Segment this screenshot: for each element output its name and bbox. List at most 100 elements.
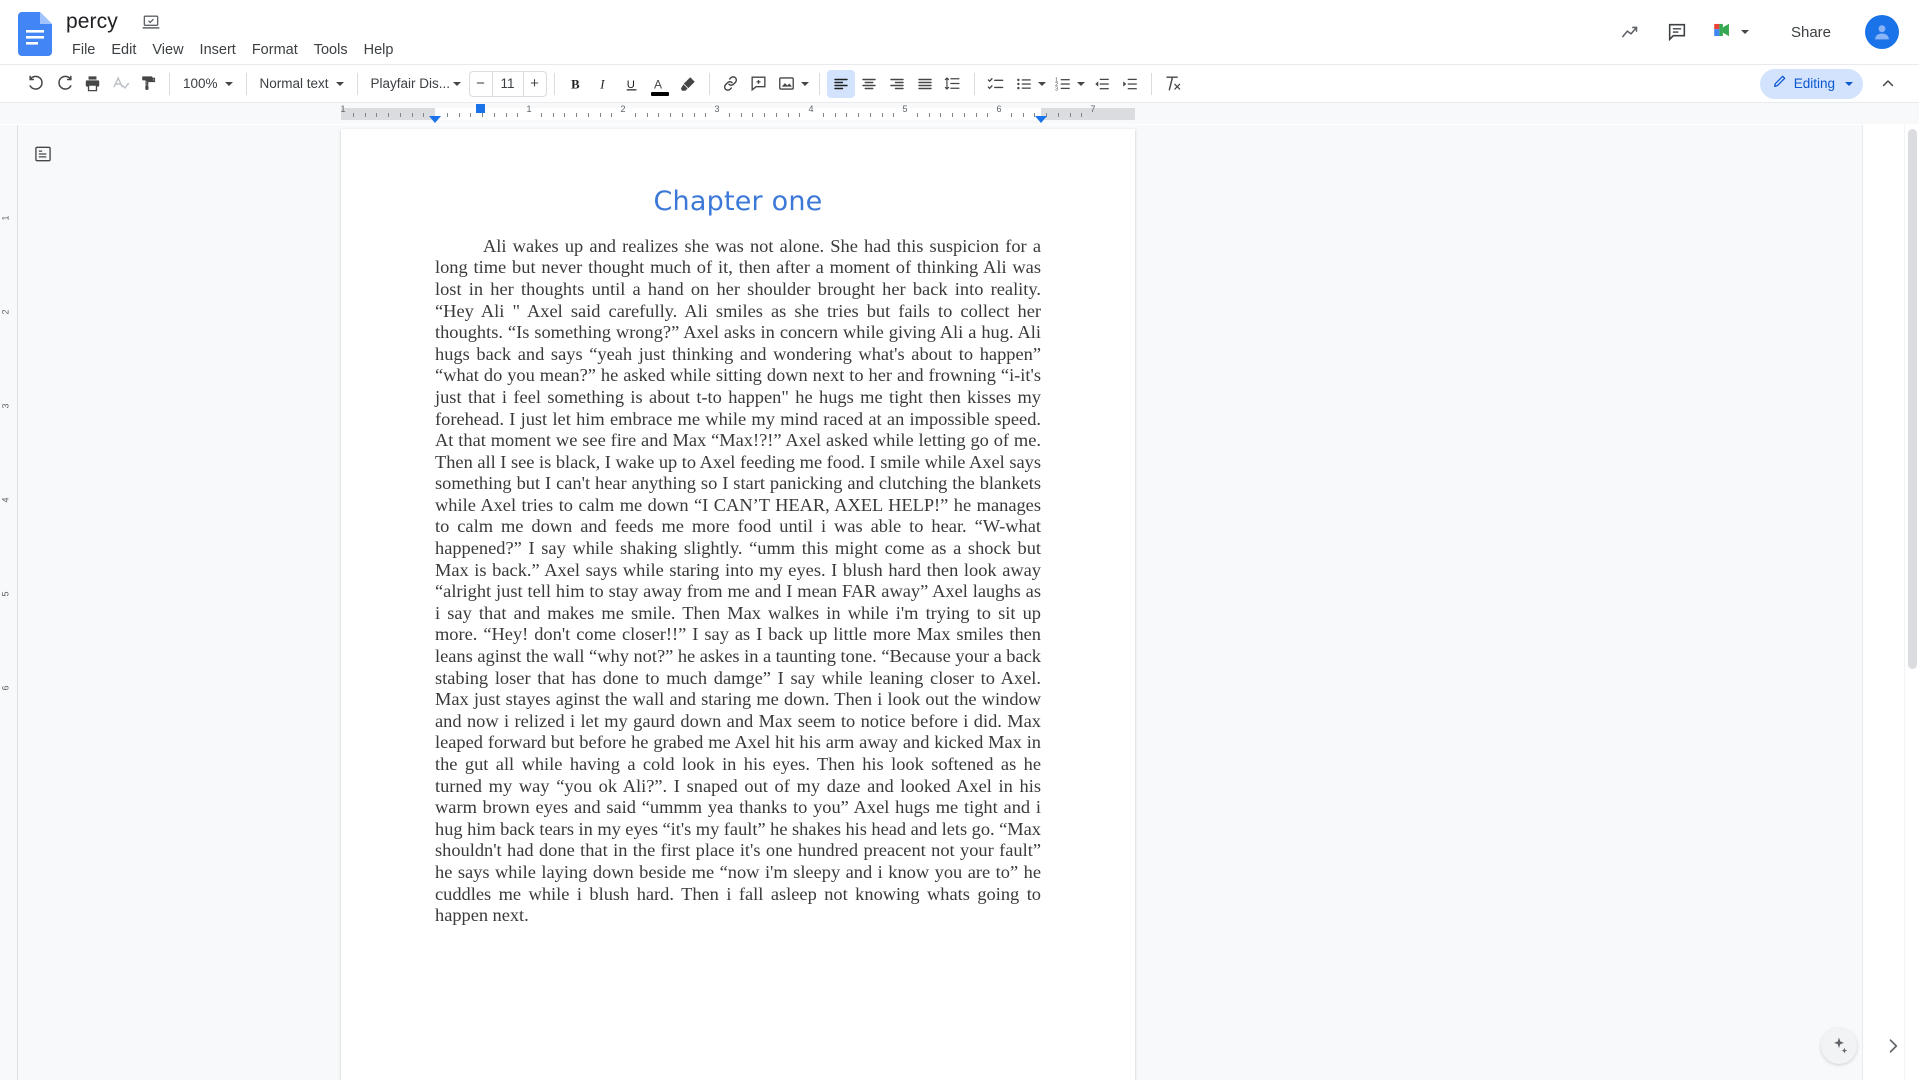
ruler-tick bbox=[705, 113, 707, 117]
underline-icon[interactable]: U bbox=[618, 70, 646, 98]
italic-icon[interactable]: I bbox=[590, 70, 618, 98]
document-paragraph[interactable]: Ali wakes up and realizes she was not al… bbox=[435, 236, 1041, 927]
toolbar-divider bbox=[818, 72, 820, 95]
align-left-icon[interactable] bbox=[826, 69, 855, 98]
editing-mode-chip[interactable]: Editing bbox=[1759, 68, 1863, 99]
menu-item-tools[interactable]: Tools bbox=[306, 37, 356, 63]
font-size-increase-button[interactable]: + bbox=[524, 72, 546, 96]
insert-image-split-button[interactable] bbox=[773, 70, 812, 98]
toolbar-divider bbox=[245, 72, 247, 95]
ruler-tick bbox=[975, 113, 977, 117]
decrease-indent-icon[interactable] bbox=[1088, 70, 1116, 98]
ruler-tick bbox=[399, 113, 401, 117]
chevron-down-icon bbox=[224, 81, 233, 86]
numbered-list-split-button[interactable]: 1 2 3 bbox=[1049, 70, 1088, 98]
ruler-tick bbox=[576, 113, 577, 117]
page-content: Chapter one Ali wakes up and realizes sh… bbox=[341, 129, 1135, 927]
insert-link-icon[interactable] bbox=[717, 70, 745, 98]
line-spacing-icon[interactable] bbox=[939, 70, 967, 98]
explore-icon[interactable] bbox=[1821, 1028, 1857, 1064]
ruler-tick bbox=[787, 113, 789, 117]
highlight-color-icon[interactable] bbox=[674, 70, 702, 98]
document-heading[interactable]: Chapter one bbox=[435, 185, 1041, 219]
vertical-ruler-number: 3 bbox=[0, 403, 11, 409]
activity-trend-icon[interactable] bbox=[1611, 12, 1651, 52]
first-line-indent-marker[interactable] bbox=[476, 104, 485, 113]
font-family-dropdown[interactable]: Playfair Dis... bbox=[365, 70, 465, 98]
ruler-tick bbox=[658, 113, 660, 117]
svg-text:3: 3 bbox=[1055, 86, 1058, 92]
ruler-tick bbox=[411, 113, 413, 117]
ruler-tick bbox=[388, 113, 389, 117]
ruler-tick bbox=[681, 113, 683, 117]
ruler-track[interactable]: 1 2 3 4 5 6 7 1 bbox=[340, 103, 1135, 125]
menu-item-help[interactable]: Help bbox=[356, 37, 402, 63]
ruler-number: 1 bbox=[526, 104, 532, 114]
text-color-icon[interactable]: A bbox=[646, 70, 674, 98]
pencil-icon bbox=[1772, 73, 1788, 94]
zoom-level-dropdown[interactable]: 100% bbox=[177, 70, 239, 98]
undo-icon[interactable] bbox=[22, 70, 50, 98]
insert-image-icon[interactable] bbox=[773, 70, 801, 98]
left-indent-marker[interactable] bbox=[429, 116, 441, 123]
numbered-list-icon[interactable]: 1 2 3 bbox=[1049, 70, 1077, 98]
clear-formatting-icon[interactable] bbox=[1159, 70, 1187, 98]
paint-format-icon[interactable] bbox=[134, 70, 162, 98]
ruler-tick bbox=[764, 113, 765, 117]
ruler-tick bbox=[799, 113, 801, 117]
align-center-icon[interactable] bbox=[855, 70, 883, 98]
document-outline-icon[interactable] bbox=[30, 141, 56, 167]
align-right-icon[interactable] bbox=[883, 70, 911, 98]
chevron-right-icon[interactable] bbox=[1877, 1030, 1909, 1062]
offline-laptop-icon[interactable] bbox=[140, 11, 162, 33]
title-row: percy bbox=[62, 8, 401, 36]
user-avatar-icon[interactable] bbox=[1865, 15, 1899, 49]
paragraph-style-dropdown[interactable]: Normal text bbox=[254, 70, 350, 98]
vertical-ruler-number: 6 bbox=[0, 685, 11, 691]
scrollbar-thumb[interactable] bbox=[1908, 129, 1917, 669]
print-icon[interactable] bbox=[78, 70, 106, 98]
toolbar-divider bbox=[973, 72, 975, 95]
document-page[interactable]: Chapter one Ali wakes up and realizes sh… bbox=[341, 129, 1135, 1080]
ruler-tick bbox=[352, 113, 354, 117]
comment-icon[interactable] bbox=[1657, 12, 1697, 52]
ruler-tick bbox=[482, 113, 483, 117]
ruler-tick bbox=[611, 113, 613, 117]
ruler-tick bbox=[881, 113, 883, 117]
font-size-decrease-button[interactable]: − bbox=[470, 72, 492, 96]
ruler-tick bbox=[587, 113, 589, 117]
share-button[interactable]: Share bbox=[1773, 13, 1849, 51]
menu-item-insert[interactable]: Insert bbox=[192, 37, 244, 63]
right-indent-marker[interactable] bbox=[1035, 116, 1047, 123]
bold-icon[interactable]: B bbox=[562, 70, 590, 98]
redo-icon[interactable] bbox=[50, 70, 78, 98]
chevron-down-icon bbox=[1845, 81, 1853, 86]
paragraph-style-value: Normal text bbox=[259, 76, 329, 91]
vertical-scrollbar[interactable] bbox=[1904, 125, 1919, 1080]
menu-item-edit[interactable]: Edit bbox=[103, 37, 144, 63]
add-comment-icon[interactable] bbox=[745, 70, 773, 98]
align-justify-icon[interactable] bbox=[911, 70, 939, 98]
menu-item-format[interactable]: Format bbox=[244, 37, 306, 63]
document-canvas: 1 2 3 4 5 6 Chapter one Ali wakes up and real… bbox=[0, 125, 1919, 1080]
chevron-down-icon bbox=[1740, 30, 1749, 34]
ruler-tick bbox=[728, 113, 730, 117]
document-title[interactable]: percy bbox=[62, 7, 122, 37]
checklist-icon[interactable] bbox=[982, 70, 1010, 98]
collapse-toolbar-button[interactable] bbox=[1873, 69, 1903, 99]
ruler-tick bbox=[740, 113, 742, 117]
menu-item-view[interactable]: View bbox=[144, 37, 191, 63]
svg-text:U: U bbox=[626, 78, 634, 90]
menu-item-file[interactable]: File bbox=[64, 37, 103, 63]
horizontal-ruler[interactable]: 1 2 3 4 5 6 7 1 bbox=[0, 102, 1919, 124]
ruler-tick bbox=[940, 113, 942, 117]
bulleted-list-split-button[interactable] bbox=[1010, 70, 1049, 98]
bulleted-list-icon[interactable] bbox=[1010, 70, 1038, 98]
google-meet-button[interactable] bbox=[1703, 12, 1761, 52]
font-size-input[interactable]: 11 bbox=[491, 71, 524, 96]
docs-logo-icon[interactable] bbox=[18, 12, 52, 56]
ruler-number: 5 bbox=[902, 104, 908, 114]
ruler-tick bbox=[1057, 113, 1059, 117]
increase-indent-icon[interactable] bbox=[1116, 70, 1144, 98]
spellcheck-icon[interactable] bbox=[106, 70, 134, 98]
